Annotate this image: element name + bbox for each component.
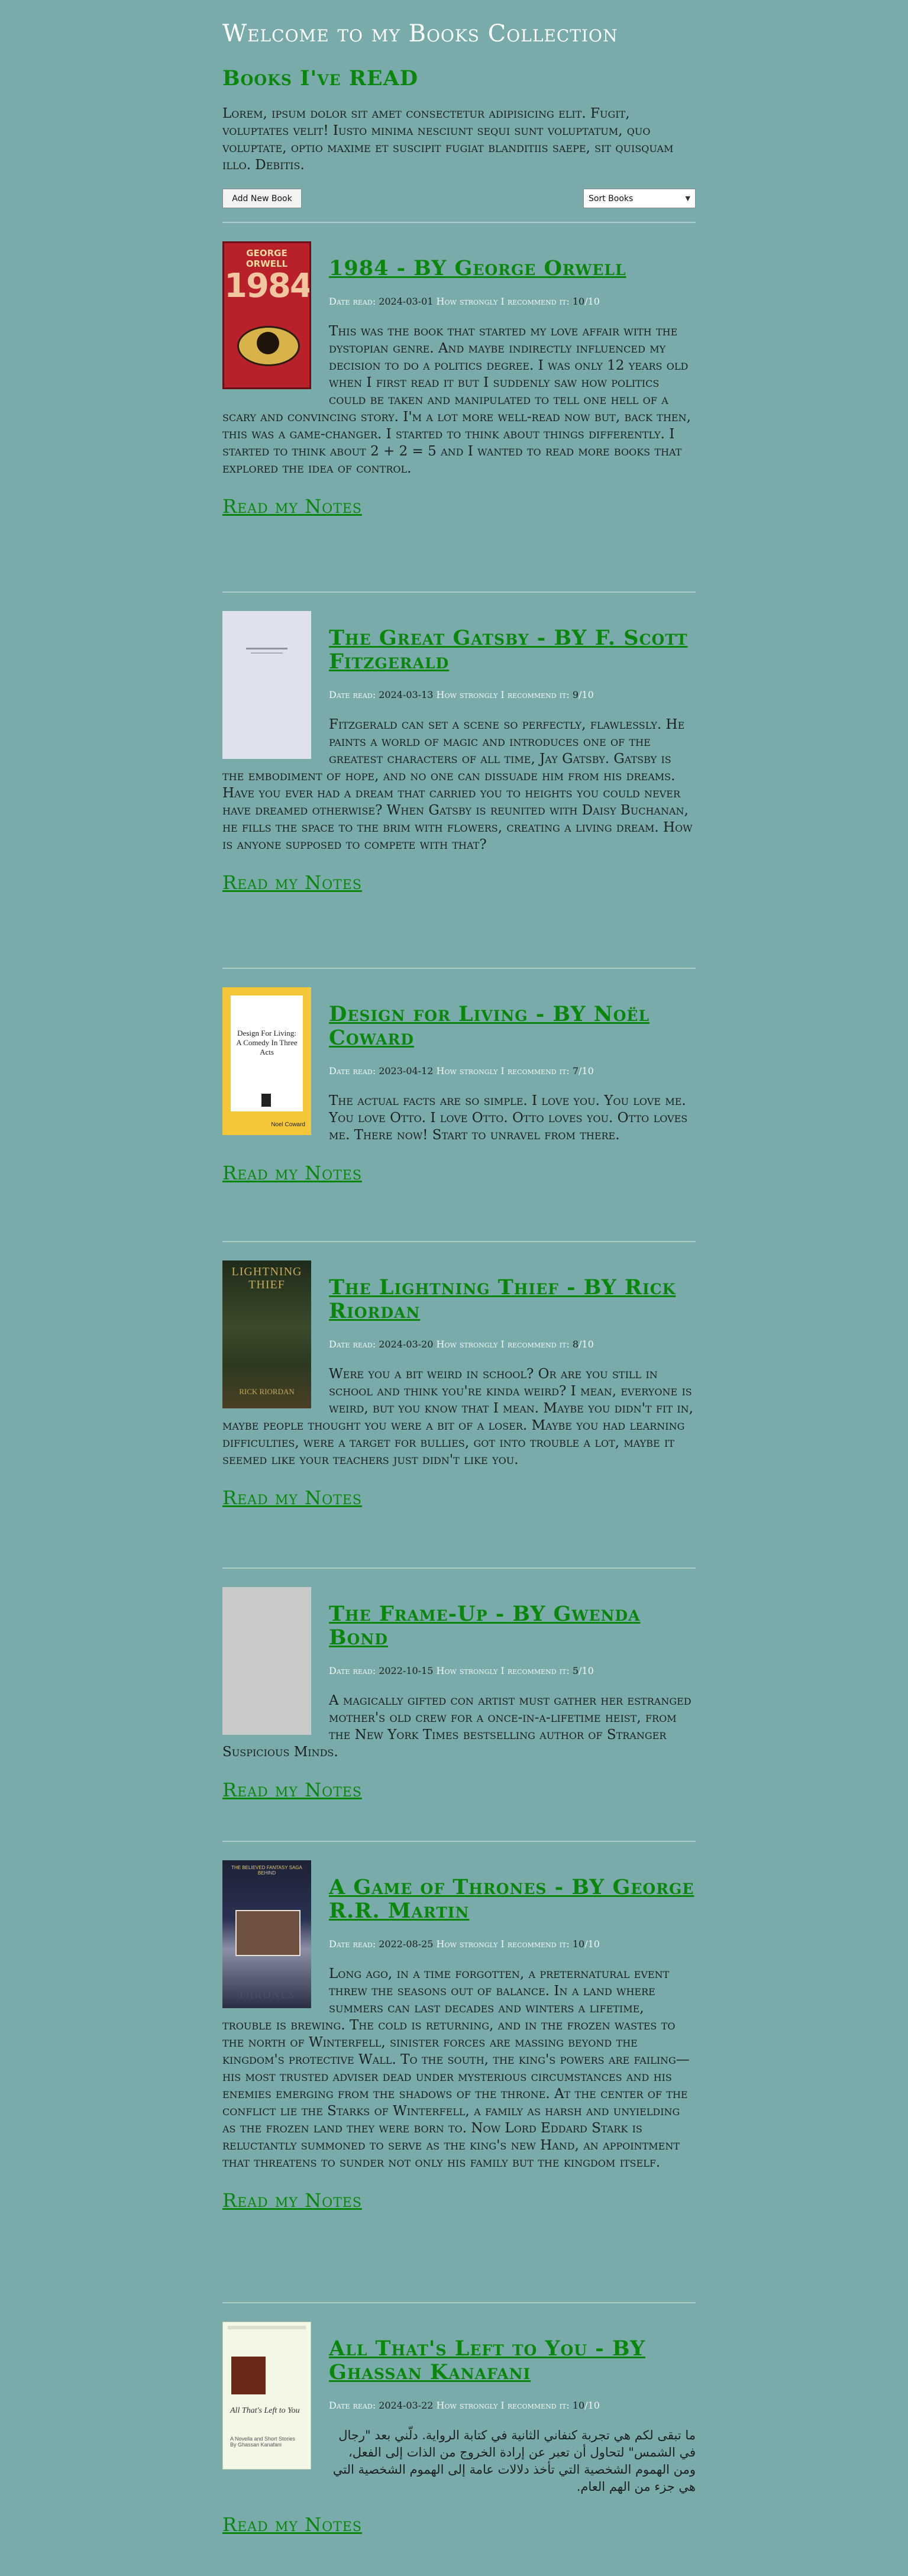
cover-subtitle-line: [251, 652, 283, 654]
rating-max: /10: [579, 689, 594, 700]
cover-author: RICK RIORDAN: [239, 1387, 295, 1396]
book-cover-design-for-living: Design For Living: A Comedy In Three Acts…: [222, 987, 311, 1135]
cover-illustration: [235, 1910, 300, 1956]
sort-books-value: Sort Books: [589, 193, 634, 203]
date-value: 2024-03-13: [379, 689, 434, 700]
rating-value: 10: [572, 296, 585, 307]
divider: [222, 968, 696, 969]
cover-title-line: LIGHTNING: [231, 1265, 302, 1278]
date-value: 2024-03-22: [379, 2400, 434, 2411]
publisher-logo-icon: [261, 1094, 271, 1107]
recommend-label: How strongly I recommend it:: [436, 1938, 570, 1950]
date-label: Date read:: [329, 296, 376, 307]
book-entry: All That's Left to You A Novella and Sho…: [222, 2322, 696, 2536]
rating-max: /10: [584, 2400, 600, 2411]
recommend-label: How strongly I recommend it:: [436, 1665, 570, 1676]
cover-author: GEORGE ORWELL: [245, 248, 288, 269]
cover-subtitle-line: A Novella and Short Stories: [230, 2436, 296, 2442]
sort-books-select[interactable]: Sort Books ▼: [583, 189, 696, 208]
chevron-down-icon: ▼: [685, 195, 690, 202]
cover-title: LIGHTNING THIEF: [222, 1265, 311, 1291]
site-title: Welcome to my Books Collection: [222, 20, 618, 47]
divider: [222, 1841, 696, 1842]
rating-max: /10: [579, 1339, 594, 1350]
date-value: 2022-08-25: [379, 1938, 434, 1950]
read-notes-link[interactable]: Read my Notes: [222, 495, 362, 518]
cover-header-band: [228, 2326, 306, 2329]
date-label: Date read:: [329, 689, 376, 700]
date-label: Date read:: [329, 1339, 376, 1350]
rating-value: 8: [572, 1339, 579, 1350]
book-entry: THE BELIEVED FANTASY SAGA BEHIND THRONES…: [222, 1860, 696, 2212]
add-new-book-button[interactable]: Add New Book: [222, 189, 302, 208]
read-notes-link[interactable]: Read my Notes: [222, 1162, 362, 1184]
recommend-label: How strongly I recommend it:: [436, 1339, 570, 1350]
read-notes-link[interactable]: Read my Notes: [222, 2189, 362, 2212]
divider: [222, 1241, 696, 1242]
divider: [222, 1567, 696, 1569]
rating-value: 5: [572, 1665, 579, 1676]
book-cover-1984: GEORGE ORWELL 1984: [222, 241, 311, 389]
divider: [222, 2302, 696, 2303]
recommend-label: How strongly I recommend it:: [436, 1065, 570, 1077]
rating-value: 7: [572, 1065, 579, 1077]
cover-illustration: [231, 2357, 266, 2394]
cover-author-line: By Ghassan Kanafani: [230, 2442, 282, 2448]
book-cover-gatsby: [222, 611, 311, 759]
rating-value: 10: [572, 1938, 585, 1950]
date-value: 2024-03-20: [379, 1339, 434, 1350]
cover-title: 1984: [224, 267, 311, 305]
rating-max: /10: [584, 1938, 600, 1950]
book-entry: LIGHTNING THIEF RICK RIORDAN The Lightnin…: [222, 1260, 696, 1509]
book-entry: The Great Gatsby - BY F. Scott Fitzgeral…: [222, 611, 696, 894]
rating-max: /10: [579, 1665, 594, 1676]
read-notes-link[interactable]: Read my Notes: [222, 1779, 362, 1801]
book-entry: GEORGE ORWELL 1984 1984 - BY George Orwe…: [222, 241, 696, 518]
book-entry: Design For Living: A Comedy In Three Acts…: [222, 987, 696, 1184]
rating-value: 9: [572, 689, 579, 700]
date-label: Date read:: [329, 1065, 376, 1077]
date-value: 2022-10-15: [379, 1665, 434, 1676]
cover-title: Design For Living: A Comedy In Three Acts: [231, 1029, 303, 1057]
rating-max: /10: [584, 296, 600, 307]
cover-title: All That's Left to You: [230, 2406, 300, 2415]
date-label: Date read:: [329, 1665, 376, 1676]
recommend-label: How strongly I recommend it:: [436, 2400, 570, 2411]
cover-title: THRONES: [238, 1989, 296, 2000]
section-title: Books I've READ: [222, 66, 419, 91]
read-notes-link[interactable]: Read my Notes: [222, 2513, 362, 2536]
recommend-label: How strongly I recommend it:: [436, 296, 570, 307]
recommend-label: How strongly I recommend it:: [436, 689, 570, 700]
book-cover-all-thats-left: All That's Left to You A Novella and Sho…: [222, 2322, 311, 2470]
cover-subtitle-line: THIEF: [248, 1278, 285, 1291]
book-cover-lightning-thief: LIGHTNING THIEF RICK RIORDAN: [222, 1260, 311, 1408]
cover-tagline: THE BELIEVED FANTASY SAGA BEHIND: [231, 1865, 302, 1876]
divider: [222, 222, 696, 223]
divider: [222, 592, 696, 593]
intro-text: Lorem, ipsum dolor sit amet consectetur …: [222, 106, 674, 173]
rating-max: /10: [579, 1065, 594, 1077]
cover-title-line: Design For Living:: [237, 1029, 296, 1037]
cover-subtitle-line: A Comedy In Three Acts: [236, 1038, 298, 1056]
cover-author: A Novella and Short Stories By Ghassan Ka…: [230, 2436, 295, 2448]
book-entry: The Frame-Up - BY Gwenda Bond Date read:…: [222, 1587, 696, 1801]
cover-title-line: [246, 648, 287, 649]
cover-author: Noel Coward: [271, 1121, 305, 1128]
eye-pupil: [257, 332, 279, 354]
read-notes-link[interactable]: Read my Notes: [222, 1486, 362, 1509]
book-cover-game-of-thrones: THE BELIEVED FANTASY SAGA BEHIND THRONES: [222, 1860, 311, 2008]
rating-value: 10: [572, 2400, 585, 2411]
date-label: Date read:: [329, 2400, 376, 2411]
read-notes-link[interactable]: Read my Notes: [222, 871, 362, 894]
date-value: 2024-03-01: [379, 296, 434, 307]
date-label: Date read:: [329, 1938, 376, 1950]
date-value: 2023-04-12: [379, 1065, 434, 1077]
book-cover-frame-up: [222, 1587, 311, 1735]
